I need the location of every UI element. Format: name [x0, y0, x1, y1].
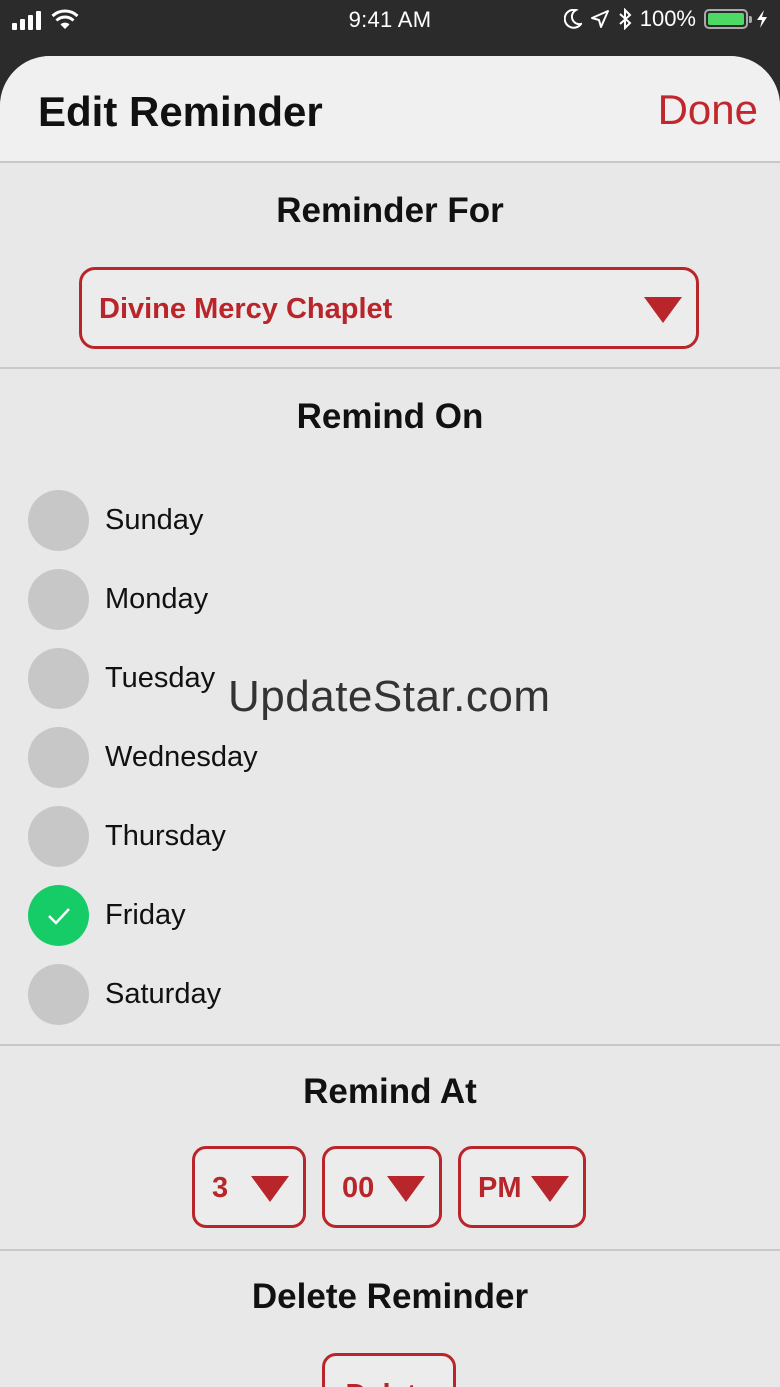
ampm-value: PM [478, 1172, 522, 1204]
day-option-sunday[interactable]: Sunday [28, 481, 728, 560]
done-button[interactable]: Done [658, 86, 758, 134]
charging-icon [757, 10, 767, 28]
remind-on-title: Remind On [296, 397, 484, 436]
battery-percent: 100% [639, 6, 696, 31]
status-bar: 9:41 AM 100% [0, 0, 780, 50]
reminder-for-title: Reminder For [276, 191, 504, 230]
watermark: UpdateStar.com [228, 672, 551, 721]
location-icon [590, 10, 609, 28]
day-checkbox[interactable] [28, 727, 89, 788]
day-checkbox[interactable] [28, 806, 89, 867]
day-checkbox[interactable] [28, 964, 89, 1025]
day-label: Sunday [105, 504, 204, 536]
day-option-friday[interactable]: Friday [28, 876, 728, 955]
status-right: 100% [563, 6, 768, 32]
day-checkbox[interactable] [28, 490, 89, 551]
day-checkbox[interactable] [28, 648, 89, 709]
day-label: Wednesday [105, 741, 258, 773]
moon-icon [563, 9, 582, 29]
delete-button-label: Delete [325, 1356, 453, 1387]
delete-button[interactable]: Delete [322, 1353, 456, 1387]
delete-reminder-section: Delete Reminder Delete [0, 1251, 780, 1387]
reminder-for-section: Reminder For Divine Mercy Chaplet [0, 163, 780, 369]
remind-at-section: Remind At 3 00 PM [0, 1046, 780, 1251]
navigation-bar: Edit Reminder Done [0, 56, 780, 163]
day-option-wednesday[interactable]: Wednesday [28, 718, 728, 797]
bluetooth-icon [619, 8, 632, 30]
dropdown-triangle-icon [251, 1176, 289, 1202]
day-option-monday[interactable]: Monday [28, 560, 728, 639]
minute-select[interactable]: 00 [322, 1146, 442, 1228]
hour-select[interactable]: 3 [192, 1146, 306, 1228]
hour-value: 3 [212, 1172, 229, 1204]
day-label: Saturday [105, 978, 222, 1010]
day-checkbox[interactable] [28, 569, 89, 630]
day-option-saturday[interactable]: Saturday [28, 955, 728, 1034]
dropdown-triangle-icon [387, 1176, 425, 1202]
prayer-select[interactable]: Divine Mercy Chaplet [79, 267, 699, 349]
battery-icon [704, 9, 752, 29]
minute-value: 00 [342, 1172, 375, 1204]
day-list: Sunday Monday Tuesday Wednesday Thursday… [28, 481, 728, 1034]
day-label: Friday [105, 899, 186, 931]
day-checkbox[interactable] [28, 885, 89, 946]
day-option-thursday[interactable]: Thursday [28, 797, 728, 876]
delete-reminder-title: Delete Reminder [251, 1277, 529, 1316]
day-label: Tuesday [105, 662, 216, 694]
day-label: Monday [105, 583, 209, 615]
prayer-select-value: Divine Mercy Chaplet [99, 293, 393, 325]
checkmark-icon [47, 907, 70, 925]
dropdown-triangle-icon [531, 1176, 569, 1202]
remind-at-title: Remind At [303, 1072, 477, 1111]
day-label: Thursday [105, 820, 226, 852]
page-title: Edit Reminder [38, 88, 323, 135]
dropdown-triangle-icon [644, 297, 682, 323]
ampm-select[interactable]: PM [458, 1146, 586, 1228]
